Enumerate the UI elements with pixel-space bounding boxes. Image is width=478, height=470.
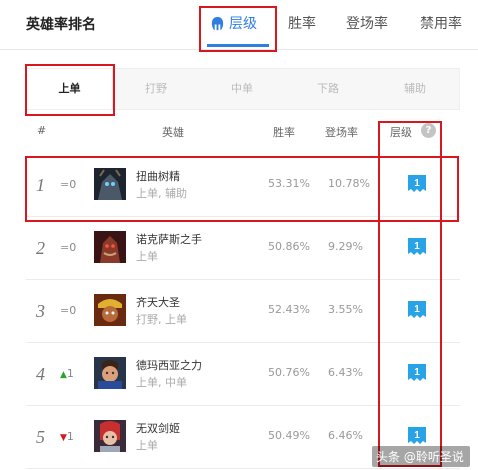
hero-portrait-icon[interactable] bbox=[94, 294, 126, 326]
hero-roles: 上单 bbox=[136, 439, 158, 452]
rank-change: ▼1 bbox=[60, 430, 74, 443]
hero-pickrate: 3.55% bbox=[328, 303, 363, 316]
rank-change: ▲1 bbox=[60, 367, 74, 380]
rank-number: 3 bbox=[36, 301, 45, 321]
rank-change-symbol: = bbox=[60, 304, 70, 317]
watermark: 头条 @聆听圣说 bbox=[372, 446, 470, 467]
rank-change-value: 1 bbox=[66, 367, 74, 380]
column-rank: # bbox=[37, 124, 47, 137]
page-title: 英雄率排名 bbox=[26, 17, 96, 33]
hero-roles: 上单, 中单 bbox=[136, 376, 187, 389]
hero-portrait-icon[interactable] bbox=[94, 420, 126, 452]
hero-pickrate: 6.43% bbox=[328, 366, 363, 379]
hero-roles: 上单 bbox=[136, 250, 158, 263]
hero-winrate: 50.86% bbox=[268, 240, 310, 253]
hero-name[interactable]: 齐天大圣 bbox=[136, 294, 180, 310]
hero-winrate: 50.49% bbox=[268, 429, 310, 442]
hero-name[interactable]: 德玛西亚之力 bbox=[136, 357, 202, 373]
hero-name[interactable]: 诺克萨斯之手 bbox=[136, 231, 202, 247]
rank-change-value: 0 bbox=[69, 304, 77, 317]
column-hero: 英雄 bbox=[162, 126, 184, 139]
rank-number: 2 bbox=[36, 238, 45, 258]
lane-tab-bottom[interactable]: 下路 bbox=[285, 69, 371, 109]
lane-tab-support[interactable]: 辅助 bbox=[371, 69, 459, 109]
rank-change: =0 bbox=[60, 241, 76, 254]
column-winrate[interactable]: 胜率 bbox=[273, 124, 295, 140]
rank-number: 4 bbox=[36, 364, 45, 384]
hero-roles: 打野, 上单 bbox=[136, 313, 187, 326]
tab-winrate[interactable]: 胜率 bbox=[288, 13, 316, 33]
rank-number: 5 bbox=[36, 427, 45, 447]
rank-change-value: 1 bbox=[66, 430, 74, 443]
lane-tab-jungle[interactable]: 打野 bbox=[113, 69, 199, 109]
hero-pickrate: 6.46% bbox=[328, 429, 363, 442]
tab-pickrate[interactable]: 登场率 bbox=[346, 13, 388, 33]
rank-change-symbol: ▼ bbox=[60, 433, 67, 443]
hero-winrate: 50.76% bbox=[268, 366, 310, 379]
hero-pickrate: 9.29% bbox=[328, 240, 363, 253]
hero-portrait-icon[interactable] bbox=[94, 357, 126, 389]
hero-winrate: 52.43% bbox=[268, 303, 310, 316]
lane-tab-mid[interactable]: 中单 bbox=[199, 69, 285, 109]
column-pickrate[interactable]: 登场率 bbox=[325, 124, 358, 140]
hero-portrait-icon[interactable] bbox=[94, 231, 126, 263]
rank-change: =0 bbox=[60, 304, 76, 317]
highlight-box-tier-column bbox=[378, 121, 442, 467]
rank-change-symbol: ▲ bbox=[60, 370, 67, 380]
tab-banrate[interactable]: 禁用率 bbox=[420, 13, 462, 33]
highlight-box-tier-tab bbox=[199, 6, 277, 52]
hero-name[interactable]: 无双剑姬 bbox=[136, 420, 180, 436]
rank-change-value: 0 bbox=[69, 241, 77, 254]
highlight-box-lane-top bbox=[25, 64, 115, 116]
rank-change-symbol: = bbox=[60, 241, 70, 254]
